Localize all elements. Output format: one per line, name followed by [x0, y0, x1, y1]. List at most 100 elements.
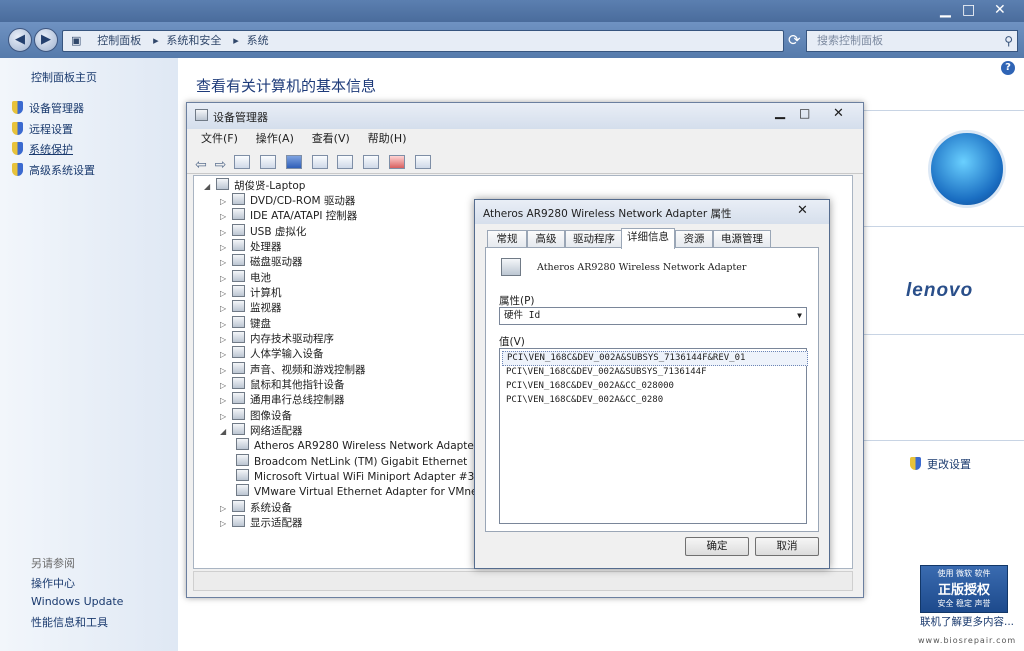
close-button[interactable]: ✕ — [994, 2, 1006, 18]
close-button[interactable]: ✕ — [797, 203, 808, 218]
shield-icon — [12, 101, 23, 114]
tree-device[interactable]: Atheros AR9280 Wireless Network Adapter — [236, 438, 478, 454]
tree-category[interactable]: ▷ 键盘 — [220, 316, 271, 332]
show-hide-tree-icon[interactable] — [234, 155, 251, 169]
tree-category[interactable]: ▷ 人体学输入设备 — [220, 346, 324, 362]
nav-item-system-protection[interactable]: 系统保护 — [12, 141, 73, 157]
maximize-button[interactable]: □ — [962, 2, 975, 18]
back-button[interactable]: ◀ — [8, 28, 32, 52]
list-item[interactable]: PCI\VEN_168C&DEV_002A&SUBSYS_7136144F — [506, 366, 706, 379]
ide-controller-icon — [232, 208, 245, 220]
list-item[interactable]: PCI\VEN_168C&DEV_002A&CC_0280 — [506, 394, 663, 407]
list-item[interactable]: PCI\VEN_168C&DEV_002A&SUBSYS_7136144F&RE… — [502, 351, 808, 366]
tree-category[interactable]: ▷ 监视器 — [220, 300, 282, 316]
value-list[interactable]: PCI\VEN_168C&DEV_002A&SUBSYS_7136144F&RE… — [499, 348, 808, 524]
device-name: Atheros AR9280 Wireless Network Adapter — [537, 262, 747, 273]
tab-resources[interactable]: 资源 — [675, 230, 713, 248]
divider — [862, 440, 1024, 441]
nav-item-advanced-settings[interactable]: 高级系统设置 — [12, 162, 95, 178]
badge-top-text: 使用 微软 软件 — [937, 569, 991, 578]
see-also-heading: 另请参阅 — [31, 557, 75, 570]
device-manager-title: 设备管理器 — [213, 111, 268, 124]
left-nav: 控制面板主页 设备管理器 远程设置 系统保护 高级系统设置 另请参阅 操作中心 … — [0, 58, 178, 651]
menu-file[interactable]: 文件(F) — [201, 129, 238, 149]
keyboard-icon — [232, 316, 245, 328]
tree-category-expanded[interactable]: ◢ 网络适配器 — [220, 423, 303, 439]
tree-device[interactable]: Broadcom NetLink (TM) Gigabit Ethernet — [236, 454, 467, 470]
property-select-value: 硬件 Id — [504, 310, 541, 321]
maximize-button[interactable]: □ — [799, 106, 810, 120]
search-icon[interactable]: ⚲ — [1004, 31, 1013, 51]
breadcrumb-item[interactable]: 系统 — [247, 34, 269, 47]
tree-category[interactable]: ▷ 内存技术驱动程序 — [220, 331, 334, 347]
oem-logo: lenovo — [906, 280, 974, 301]
cancel-button[interactable]: 取消 — [755, 537, 819, 556]
tree-category[interactable]: ▷ 声音、视频和游戏控制器 — [220, 362, 366, 378]
tree-device[interactable]: Microsoft Virtual WiFi Miniport Adapter … — [236, 469, 474, 485]
menu-action[interactable]: 操作(A) — [256, 129, 294, 149]
breadcrumb-item[interactable]: 控制面板 — [97, 34, 141, 47]
mouse-icon — [232, 377, 245, 389]
list-view-icon[interactable] — [311, 155, 328, 169]
tree-device[interactable]: VMware Virtual Ethernet Adapter for VMne… — [236, 484, 488, 500]
breadcrumb-item[interactable]: 系统和安全 — [166, 34, 221, 47]
help-icon[interactable]: ? — [1001, 61, 1015, 75]
sound-icon — [232, 362, 245, 374]
status-bar — [193, 571, 853, 591]
shield-icon — [910, 457, 921, 470]
forward-arrow-icon[interactable]: ⇨ — [215, 157, 227, 173]
properties-title: Atheros AR9280 Wireless Network Adapter … — [483, 208, 732, 220]
minimize-button[interactable]: ▁ — [775, 105, 785, 120]
page-title: 查看有关计算机的基本信息 — [196, 77, 377, 95]
tab-advanced[interactable]: 高级 — [527, 230, 565, 248]
genuine-learn-more-link[interactable]: 联机了解更多内容... — [920, 614, 1014, 629]
minimize-button[interactable]: ▁ — [940, 2, 951, 18]
back-arrow-icon[interactable]: ⇦ — [195, 157, 207, 173]
usb-icon — [232, 224, 245, 236]
tab-driver[interactable]: 驱动程序 — [565, 230, 623, 248]
change-settings-link[interactable]: 更改设置 — [910, 456, 971, 472]
refresh-icon[interactable]: ⟳ — [788, 31, 801, 49]
chevron-down-icon[interactable]: ▼ — [797, 308, 802, 324]
tree-category[interactable]: ▷ USB 虚拟化 — [220, 224, 306, 240]
tree-root[interactable]: ◢ 胡俊贤-Laptop — [204, 178, 305, 194]
tree-category[interactable]: ▷ 电池 — [220, 270, 271, 286]
tree-category[interactable]: ▷ 显示适配器 — [220, 515, 303, 531]
tree-category[interactable]: ▷ 处理器 — [220, 239, 282, 255]
nav-item-device-manager[interactable]: 设备管理器 — [12, 100, 84, 116]
control-panel-home-link[interactable]: 控制面板主页 — [31, 69, 97, 85]
list-item[interactable]: PCI\VEN_168C&DEV_002A&CC_028000 — [506, 380, 674, 393]
menu-help[interactable]: 帮助(H) — [368, 129, 407, 149]
uninstall-icon[interactable] — [389, 155, 406, 169]
update-driver-icon[interactable] — [363, 155, 380, 169]
tree-category[interactable]: ▷ 图像设备 — [220, 408, 292, 424]
tab-power-management[interactable]: 电源管理 — [713, 230, 771, 248]
tree-category[interactable]: ▷ 系统设备 — [220, 500, 292, 516]
tree-category[interactable]: ▷ DVD/CD-ROM 驱动器 — [220, 193, 355, 209]
tab-details[interactable]: 详细信息 — [621, 228, 675, 249]
tree-category[interactable]: ▷ 计算机 — [220, 285, 282, 301]
tree-category[interactable]: ▷ IDE ATA/ATAPI 控制器 — [220, 208, 357, 224]
breadcrumb[interactable]: ▣ 控制面板 ▸ 系统和安全 ▸ 系统 — [62, 30, 784, 52]
search-input[interactable]: 搜索控制面板 ⚲ — [806, 30, 1018, 52]
disable-icon[interactable] — [414, 155, 431, 169]
see-also-performance[interactable]: 性能信息和工具 — [31, 614, 108, 630]
shield-icon — [12, 122, 23, 135]
nav-item-remote-settings[interactable]: 远程设置 — [12, 121, 73, 137]
see-also-action-center[interactable]: 操作中心 — [31, 575, 75, 591]
tab-general[interactable]: 常规 — [487, 230, 527, 248]
badge-main-text: 正版授权 — [937, 583, 990, 598]
scan-hardware-icon[interactable] — [337, 155, 354, 169]
property-select[interactable]: 硬件 Id ▼ — [499, 307, 807, 325]
ok-button[interactable]: 确定 — [685, 537, 749, 556]
properties-icon[interactable] — [259, 155, 276, 169]
forward-button[interactable]: ▶ — [34, 28, 58, 52]
close-button[interactable]: ✕ — [833, 106, 844, 121]
computer-icon — [232, 285, 245, 297]
help-icon[interactable] — [285, 155, 302, 169]
tree-category[interactable]: ▷ 磁盘驱动器 — [220, 254, 303, 270]
tree-category[interactable]: ▷ 通用串行总线控制器 — [220, 392, 345, 408]
menu-view[interactable]: 查看(V) — [312, 129, 350, 149]
see-also-windows-update[interactable]: Windows Update — [31, 595, 123, 608]
tree-category[interactable]: ▷ 鼠标和其他指针设备 — [220, 377, 345, 393]
